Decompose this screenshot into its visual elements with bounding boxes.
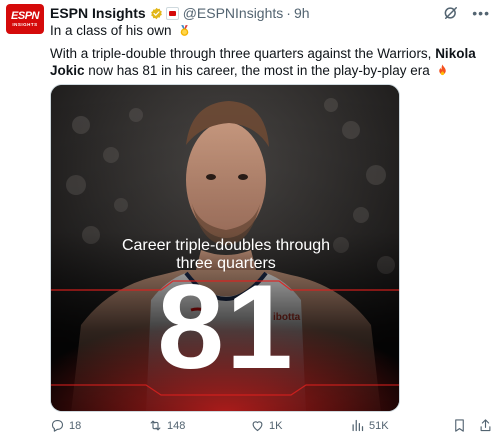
heart-icon xyxy=(252,421,263,432)
insights-logo-text: INSIGHTS xyxy=(12,21,38,27)
fire-emoji-icon xyxy=(439,64,447,76)
retweet-count: 148 xyxy=(167,419,186,432)
tweet-text-body: With a triple-double through three quart… xyxy=(50,45,490,79)
share-icon xyxy=(480,419,491,432)
timestamp[interactable]: 9h xyxy=(294,5,310,21)
more-icon[interactable]: ••• xyxy=(472,6,490,20)
tweet-text-line1: In a class of his own xyxy=(50,22,490,39)
tweet-text-before: With a triple-double through three quart… xyxy=(50,46,436,61)
avatar[interactable]: ESPN INSIGHTS xyxy=(6,4,44,34)
tweet-header: ESPN Insights @ESPNInsights · 9h xyxy=(50,4,310,22)
retweet-button[interactable]: 148 xyxy=(148,418,185,433)
verified-gold-badge-icon[interactable] xyxy=(150,7,163,20)
retweet-icon xyxy=(150,420,161,431)
reply-icon xyxy=(51,419,64,432)
display-name[interactable]: ESPN Insights xyxy=(50,5,146,21)
bookmark-button[interactable] xyxy=(452,418,471,433)
views-button[interactable]: 51K xyxy=(350,418,389,433)
like-count: 1K xyxy=(269,419,283,432)
reply-button[interactable]: 18 xyxy=(50,418,81,433)
media-image[interactable]: ibotta Career triple-doubles through thr… xyxy=(50,84,400,412)
header-actions: ••• xyxy=(442,4,490,22)
big-number: 81 xyxy=(157,260,295,394)
medal-emoji-icon xyxy=(181,25,189,36)
views-icon xyxy=(352,419,364,432)
tweet-text-after: now has 81 in his career, the most in th… xyxy=(84,63,430,78)
action-bar: 18 148 1K 51K xyxy=(50,418,491,436)
bookmark-icon xyxy=(455,419,464,432)
espn-logo-text: ESPN xyxy=(11,9,39,22)
views-count: 51K xyxy=(369,419,389,432)
separator-dot: · xyxy=(286,5,291,21)
tweet: ESPN INSIGHTS ESPN Insights @ESPNInsight… xyxy=(0,0,500,440)
share-button[interactable] xyxy=(478,418,497,433)
affiliate-badge-icon[interactable] xyxy=(165,6,179,20)
caption-line-1: Career triple-doubles through xyxy=(121,237,331,254)
tweet-text-intro: In a class of his own xyxy=(50,23,172,38)
reply-count: 18 xyxy=(69,419,82,432)
like-button[interactable]: 1K xyxy=(250,418,282,433)
handle[interactable]: @ESPNInsights xyxy=(183,5,284,21)
grok-icon[interactable] xyxy=(442,4,460,22)
